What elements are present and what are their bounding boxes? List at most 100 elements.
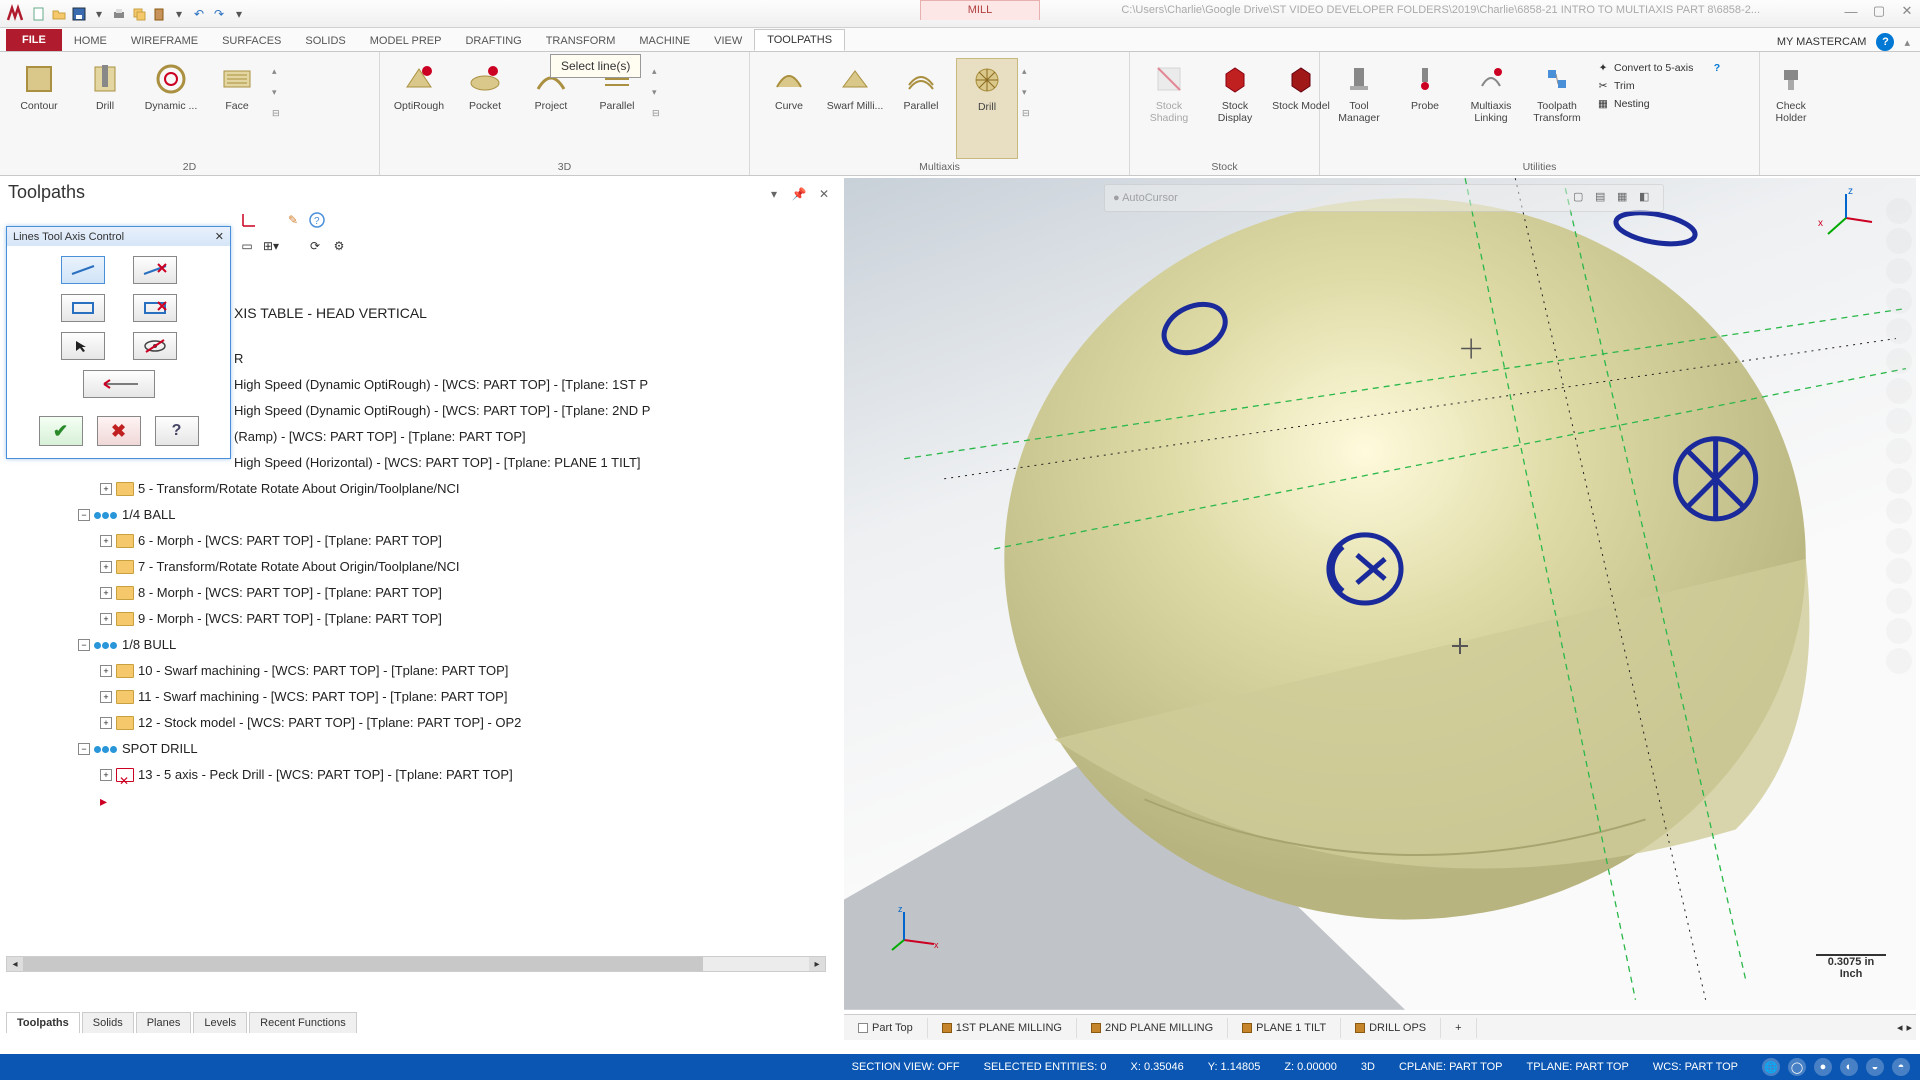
help-icon[interactable]: ? <box>1876 33 1894 51</box>
curve-button[interactable]: Curve <box>758 58 820 159</box>
vp-tool-16[interactable] <box>1886 648 1912 674</box>
optirough-button[interactable]: OptiRough <box>388 58 450 159</box>
tab-surfaces[interactable]: SURFACES <box>210 31 293 51</box>
insert-arrow[interactable]: ▸ <box>10 788 830 814</box>
single-line-button[interactable] <box>61 256 105 284</box>
tree-hscroll[interactable]: ◂ ▸ <box>6 956 826 972</box>
panel-close-icon[interactable]: ✕ <box>816 186 832 202</box>
probe-button[interactable]: Probe <box>1394 58 1456 159</box>
close-icon[interactable]: ✕ <box>1898 2 1916 20</box>
group-spot-drill[interactable]: −SPOT DRILL <box>10 736 830 762</box>
tab-machine[interactable]: MACHINE <box>627 31 702 51</box>
print-icon[interactable] <box>110 5 128 23</box>
minimize-icon[interactable]: — <box>1842 2 1860 20</box>
panel-pin-icon[interactable]: 📌 <box>791 186 807 202</box>
edit-icon[interactable]: ✎ <box>284 211 302 229</box>
swarf-button[interactable]: Swarf Milli... <box>824 58 886 159</box>
my-mastercam-link[interactable]: MY MASTERCAM <box>1777 36 1867 48</box>
vp-tool-14[interactable] <box>1886 588 1912 614</box>
delete-window-button[interactable] <box>133 294 177 322</box>
gallery-down-icon[interactable]: ▾ <box>272 87 280 98</box>
vp-tool-1[interactable] <box>1886 198 1912 224</box>
vp-tool-15[interactable] <box>1886 618 1912 644</box>
status-cplane[interactable]: CPLANE: PART TOP <box>1399 1061 1503 1073</box>
op-10[interactable]: +10 - Swarf machining - [WCS: PART TOP] … <box>10 658 830 684</box>
tab-toolpaths-panel[interactable]: Toolpaths <box>6 1012 80 1033</box>
vtab-drillops[interactable]: DRILL OPS <box>1341 1018 1441 1038</box>
select-icon[interactable]: ▭ <box>238 237 256 255</box>
vp-tool-7[interactable] <box>1886 378 1912 404</box>
nesting-button[interactable]: ▦Nesting <box>1594 96 1700 112</box>
window-button[interactable] <box>61 294 105 322</box>
redo-icon[interactable]: ↷ <box>210 5 228 23</box>
vp-tool-13[interactable] <box>1886 558 1912 584</box>
vtab-parttop[interactable]: Part Top <box>844 1018 928 1038</box>
op-6[interactable]: +6 - Morph - [WCS: PART TOP] - [Tplane: … <box>10 528 830 554</box>
op-9[interactable]: +9 - Morph - [WCS: PART TOP] - [Tplane: … <box>10 606 830 632</box>
view-gnomon[interactable]: xz <box>1816 188 1876 248</box>
info-icon[interactable]: ? <box>308 211 326 229</box>
qat-custom-icon[interactable]: ▾ <box>230 5 248 23</box>
gallery-more-icon[interactable]: ⊟ <box>272 108 280 119</box>
viewport-right-toolbar[interactable] <box>1886 198 1914 674</box>
status-wcs[interactable]: WCS: PART TOP <box>1653 1061 1738 1073</box>
tab-toolpaths[interactable]: TOOLPATHS <box>754 29 845 51</box>
tool-manager-button[interactable]: Tool Manager <box>1328 58 1390 159</box>
vtab-plane2[interactable]: 2ND PLANE MILLING <box>1077 1018 1228 1038</box>
undo-icon[interactable]: ↶ <box>190 5 208 23</box>
ribbon-collapse-icon[interactable]: ▴ <box>1904 36 1910 49</box>
dynamic-button[interactable]: Dynamic ... <box>140 58 202 159</box>
save-icon[interactable] <box>70 5 88 23</box>
expand-icon[interactable]: ⊞▾ <box>262 237 280 255</box>
globe-icon[interactable]: 🌐 <box>1762 1058 1780 1076</box>
help-chain-button[interactable]: ? <box>1708 60 1754 76</box>
dialog-titlebar[interactable]: Lines Tool Axis Control ✕ <box>7 227 230 246</box>
scroll-right-icon[interactable]: ▸ <box>809 957 825 971</box>
wireframe-mode-icon[interactable]: ◯ <box>1788 1058 1806 1076</box>
gallery-up-icon[interactable]: ▴ <box>272 66 280 77</box>
material-icon[interactable]: ◓ <box>1892 1058 1910 1076</box>
cursor-button[interactable] <box>61 332 105 360</box>
tab-solids[interactable]: SOLIDS <box>293 31 357 51</box>
sel-icon-4[interactable]: ◧ <box>1639 190 1655 206</box>
cancel-button[interactable]: ✖ <box>97 416 141 446</box>
contour-button[interactable]: Contour <box>8 58 70 159</box>
vp-tool-10[interactable] <box>1886 468 1912 494</box>
new-icon[interactable] <box>30 5 48 23</box>
sel-icon-1[interactable]: ▢ <box>1573 190 1589 206</box>
shaded-edges-icon[interactable]: ◐ <box>1840 1058 1858 1076</box>
vp-tool-8[interactable] <box>1886 408 1912 434</box>
status-mode[interactable]: 3D <box>1361 1061 1375 1073</box>
dropdown-icon[interactable]: ▾ <box>170 5 188 23</box>
selection-bar[interactable]: ● AutoCursor ▢ ▤ ▦ ◧ <box>1104 184 1664 212</box>
trim-button[interactable]: ✂Trim <box>1594 78 1700 94</box>
copy-icon[interactable] <box>130 5 148 23</box>
tab-recent-panel[interactable]: Recent Functions <box>249 1012 357 1033</box>
vtab-plane3[interactable]: PLANE 1 TILT <box>1228 1018 1341 1038</box>
sel-icon-3[interactable]: ▦ <box>1617 190 1633 206</box>
scroll-left-icon[interactable]: ◂ <box>7 957 23 971</box>
drill-ma-button[interactable]: Drill <box>956 58 1018 159</box>
tab-levels-panel[interactable]: Levels <box>193 1012 247 1033</box>
vp-tool-5[interactable] <box>1886 318 1912 344</box>
toolpath-transform-button[interactable]: Toolpath Transform <box>1526 58 1588 159</box>
tab-transform[interactable]: TRANSFORM <box>534 31 628 51</box>
file-tab[interactable]: FILE <box>6 29 62 51</box>
dialog-help-button[interactable]: ? <box>155 416 199 446</box>
sel-icon-2[interactable]: ▤ <box>1595 190 1611 206</box>
vp-tool-6[interactable] <box>1886 348 1912 374</box>
op-5[interactable]: +5 - Transform/Rotate Rotate About Origi… <box>10 476 830 502</box>
op-13[interactable]: +✕13 - 5 axis - Peck Drill - [WCS: PART … <box>10 762 830 788</box>
tab-modelprep[interactable]: MODEL PREP <box>358 31 454 51</box>
vp-tool-11[interactable] <box>1886 498 1912 524</box>
panel-dropdown-icon[interactable]: ▾ <box>766 186 782 202</box>
hide-button[interactable] <box>133 332 177 360</box>
face-button[interactable]: Face <box>206 58 268 159</box>
tab-view[interactable]: VIEW <box>702 31 754 51</box>
axis-icon[interactable] <box>240 211 258 229</box>
scroll-thumb[interactable] <box>23 957 703 971</box>
tab-drafting[interactable]: DRAFTING <box>453 31 533 51</box>
multiaxis-linking-button[interactable]: Multiaxis Linking <box>1460 58 1522 159</box>
tab-wireframe[interactable]: WIREFRAME <box>119 31 210 51</box>
parallel-ma-button[interactable]: Parallel <box>890 58 952 159</box>
